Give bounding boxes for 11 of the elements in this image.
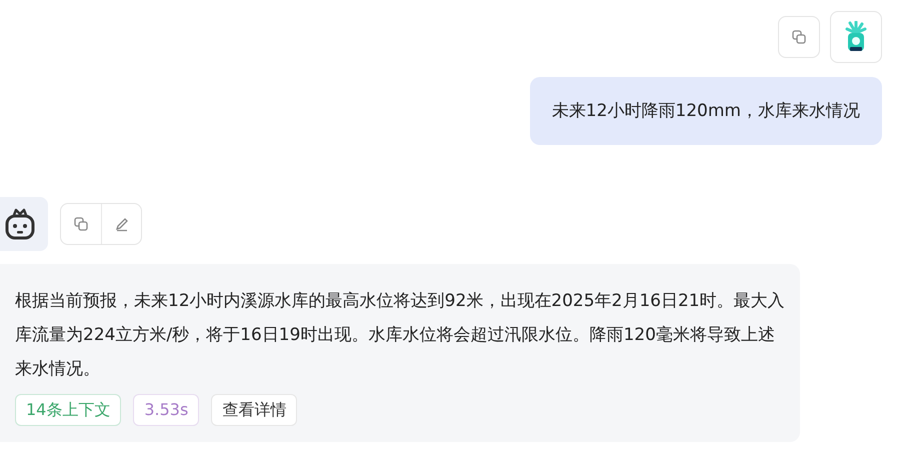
copy-button[interactable] [778, 16, 820, 58]
tag: 3.53s [133, 394, 200, 426]
pencil-icon [114, 216, 130, 232]
copy-icon [73, 216, 89, 232]
details-button[interactable]: 查看详情 [211, 394, 298, 426]
plant-icon [845, 21, 867, 53]
bot-message: 根据当前预报，未来12小时内溪源水库的最高水位将达到92米，出现在2025年2月16日21时。最大入库流量为224立方米/秒，将于16日19时出现。水库水位将会超过汛限水位。降雨120毫米将导致上述来水情况。 [15, 290, 786, 381]
tag: 14条上下文 [15, 394, 122, 426]
user-message: 未来12小时降雨120mm，水库来水情况 [530, 77, 882, 145]
robot-icon [3, 207, 37, 241]
copy-icon [791, 29, 807, 45]
